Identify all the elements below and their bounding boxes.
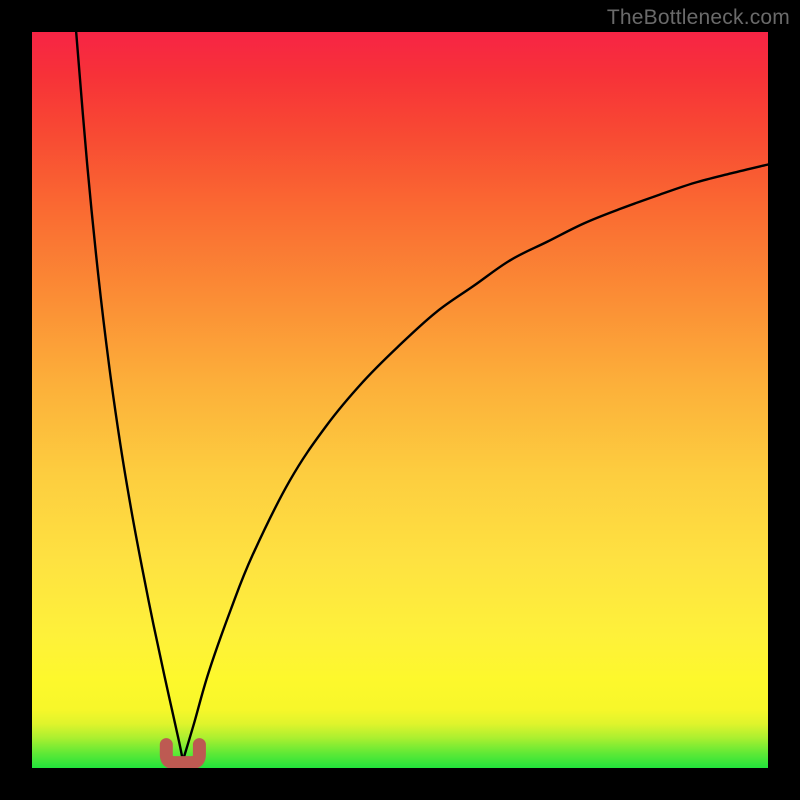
plot-area <box>32 32 768 768</box>
watermark-label: TheBottleneck.com <box>607 6 790 30</box>
chart-frame: TheBottleneck.com <box>0 0 800 800</box>
minimum-cap-shape <box>166 745 199 763</box>
minimum-cap <box>32 32 768 768</box>
